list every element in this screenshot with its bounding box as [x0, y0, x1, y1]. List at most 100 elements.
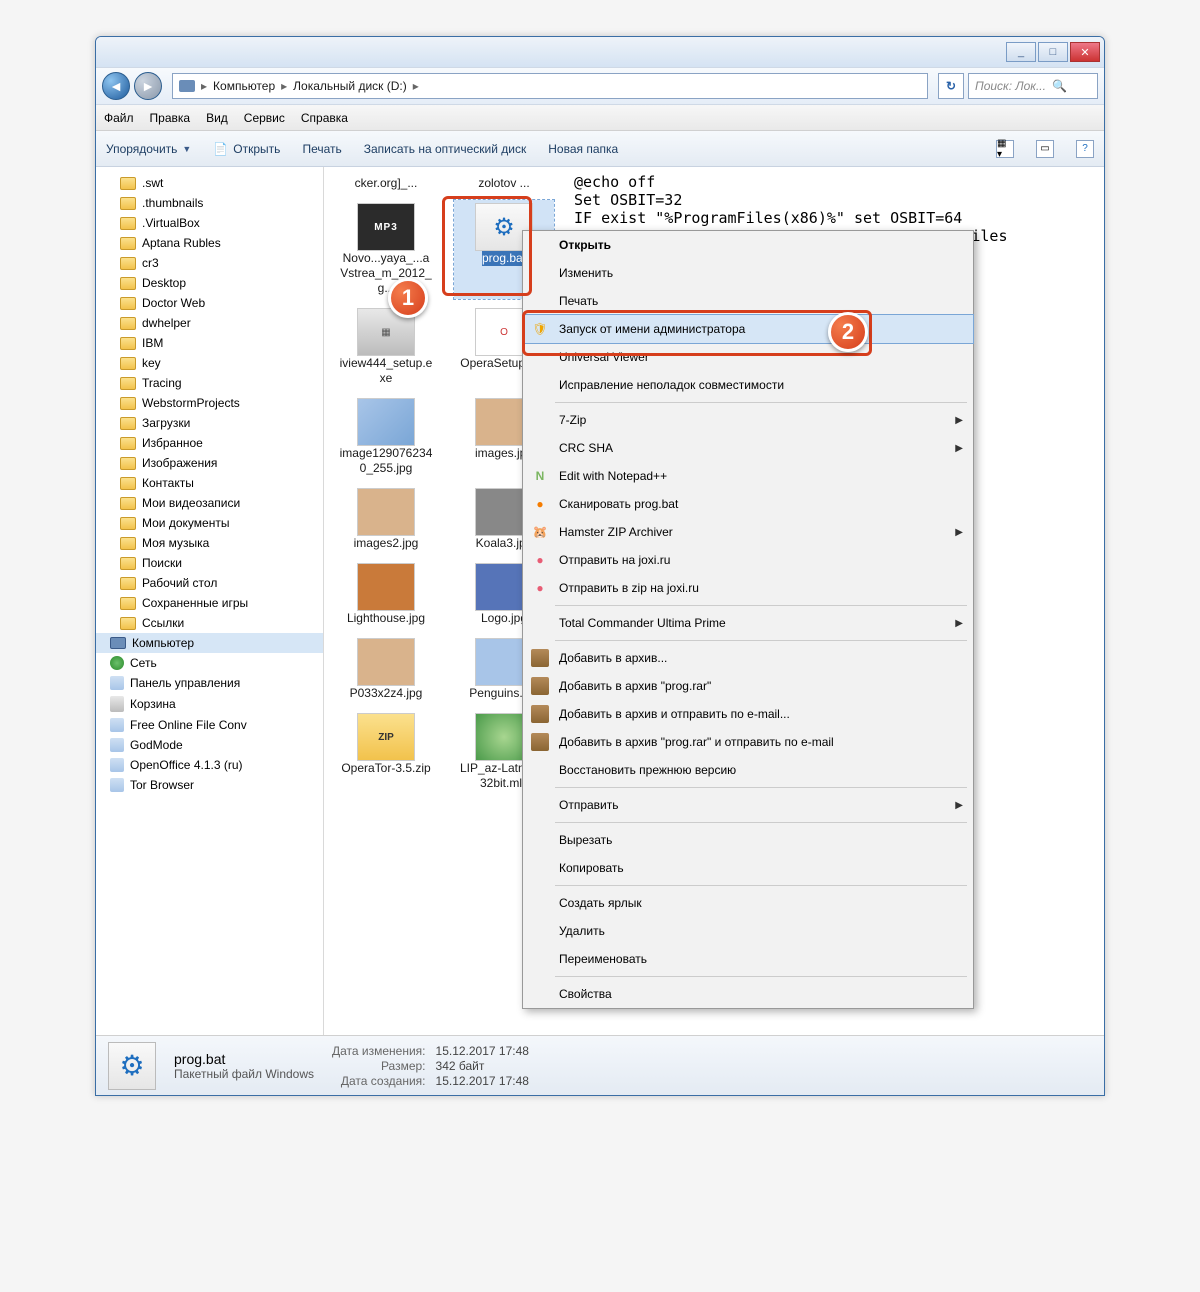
refresh-button[interactable]: ↻: [938, 73, 964, 99]
tb-newfolder[interactable]: Новая папка: [548, 142, 618, 156]
ctx-restore-prev[interactable]: Восстановить прежнюю версию: [523, 756, 973, 784]
file-item[interactable]: P033x2z4.jpg: [336, 635, 436, 704]
tree-folder[interactable]: Поиски: [96, 553, 323, 573]
ctx-tcup[interactable]: Total Commander Ultima Prime▶: [523, 609, 973, 637]
tree-folder[interactable]: Избранное: [96, 433, 323, 453]
tb-open[interactable]: 📄 Открыть: [213, 142, 280, 156]
nav-forward-button: ►: [134, 72, 162, 100]
ctx-rename[interactable]: Переименовать: [523, 945, 973, 973]
file-item[interactable]: images2.jpg: [336, 485, 436, 554]
tree-folder[interactable]: .thumbnails: [96, 193, 323, 213]
ctx-properties[interactable]: Свойства: [523, 980, 973, 1008]
tree-folder[interactable]: Моя музыка: [96, 533, 323, 553]
ctx-print[interactable]: Печать: [523, 287, 973, 315]
drive-icon: [179, 80, 195, 92]
tree-network[interactable]: Сеть: [96, 653, 323, 673]
menu-view[interactable]: Вид: [206, 111, 228, 125]
preview-pane-button[interactable]: ▭: [1036, 140, 1054, 158]
tree-folder[interactable]: WebstormProjects: [96, 393, 323, 413]
tree-computer[interactable]: Компьютер: [96, 633, 323, 653]
tree-folder[interactable]: Aptana Rubles: [96, 233, 323, 253]
tree-folder[interactable]: Изображения: [96, 453, 323, 473]
ctx-crc[interactable]: CRC SHA▶: [523, 434, 973, 462]
menu-edit[interactable]: Правка: [150, 111, 191, 125]
ctx-edit[interactable]: Изменить: [523, 259, 973, 287]
toolbar: Упорядочить▼ 📄 Открыть Печать Записать н…: [96, 131, 1104, 167]
menu-help[interactable]: Справка: [301, 111, 348, 125]
search-input[interactable]: Поиск: Лок... 🔍: [968, 73, 1098, 99]
tree-folder[interactable]: Сохраненные игры: [96, 593, 323, 613]
menu-tools[interactable]: Сервис: [244, 111, 285, 125]
crumb-computer[interactable]: Компьютер: [213, 79, 275, 93]
ctx-rar-add-named[interactable]: Добавить в архив "prog.rar": [523, 672, 973, 700]
tb-print[interactable]: Печать: [302, 142, 341, 156]
menu-file[interactable]: Файл: [104, 111, 134, 125]
ctx-open[interactable]: Открыть: [523, 231, 973, 259]
file-item[interactable]: cker.org]_...: [336, 173, 436, 194]
tree-folder[interactable]: IBM: [96, 333, 323, 353]
tree-shortcut[interactable]: Tor Browser: [96, 775, 323, 795]
tree-folder[interactable]: key: [96, 353, 323, 373]
tb-organize[interactable]: Упорядочить▼: [106, 142, 191, 156]
tree-folder[interactable]: Tracing: [96, 373, 323, 393]
ctx-notepadpp[interactable]: NEdit with Notepad++: [523, 462, 973, 490]
winrar-icon: [531, 733, 549, 751]
ctx-rar-add[interactable]: Добавить в архив...: [523, 644, 973, 672]
winrar-icon: [531, 705, 549, 723]
ctx-cut[interactable]: Вырезать: [523, 826, 973, 854]
address-bar[interactable]: ▸ Компьютер ▸ Локальный диск (D:) ▸: [172, 73, 928, 99]
tree-folder[interactable]: Контакты: [96, 473, 323, 493]
help-button[interactable]: ?: [1076, 140, 1094, 158]
ctx-joxi-send[interactable]: ●Отправить на joxi.ru: [523, 546, 973, 574]
file-item[interactable]: Lighthouse.jpg: [336, 560, 436, 629]
ctx-shortcut[interactable]: Создать ярлык: [523, 889, 973, 917]
tree-control-panel[interactable]: Панель управления: [96, 673, 323, 693]
ctx-universal-viewer[interactable]: Universal Viewer: [523, 343, 973, 371]
tree-folder[interactable]: Ссылки: [96, 613, 323, 633]
ctx-rar-email[interactable]: Добавить в архив и отправить по e-mail..…: [523, 700, 973, 728]
tb-burn[interactable]: Записать на оптический диск: [364, 142, 527, 156]
joxi-icon: ●: [531, 551, 549, 569]
ctx-joxi-zip[interactable]: ●Отправить в zip на joxi.ru: [523, 574, 973, 602]
tree-folder[interactable]: Desktop: [96, 273, 323, 293]
view-mode-button[interactable]: ▦ ▾: [996, 140, 1014, 158]
maximize-button[interactable]: □: [1038, 42, 1068, 62]
nav-back-button[interactable]: ◄: [102, 72, 130, 100]
tree-folder[interactable]: Загрузки: [96, 413, 323, 433]
ctx-compat[interactable]: Исправление неполадок совместимости: [523, 371, 973, 399]
file-item[interactable]: zolotov ...: [454, 173, 554, 194]
tree-recycle-bin[interactable]: Корзина: [96, 693, 323, 715]
context-menu: Открыть Изменить Печать 🛡Запуск от имени…: [522, 230, 974, 1009]
ctx-rar-named-email[interactable]: Добавить в архив "prog.rar" и отправить …: [523, 728, 973, 756]
tree-shortcut[interactable]: GodMode: [96, 735, 323, 755]
avast-icon: ●: [531, 495, 549, 513]
ctx-delete[interactable]: Удалить: [523, 917, 973, 945]
ctx-run-as-admin[interactable]: 🛡Запуск от имени администратора: [523, 315, 973, 343]
tree-folder[interactable]: cr3: [96, 253, 323, 273]
ctx-sendto[interactable]: Отправить▶: [523, 791, 973, 819]
hamster-icon: 🐹: [531, 523, 549, 541]
tree-folder[interactable]: Мои видеозаписи: [96, 493, 323, 513]
tree-shortcut[interactable]: OpenOffice 4.1.3 (ru): [96, 755, 323, 775]
close-button[interactable]: ✕: [1070, 42, 1100, 62]
tree-folder[interactable]: Мои документы: [96, 513, 323, 533]
file-item[interactable]: ZIPOperaTor-3.5.zip: [336, 710, 436, 794]
status-bar: ⚙ prog.bat Пакетный файл Windows Дата из…: [96, 1035, 1104, 1095]
tree-folder[interactable]: .swt: [96, 173, 323, 193]
shield-icon: 🛡: [531, 320, 549, 338]
tree-folder[interactable]: dwhelper: [96, 313, 323, 333]
file-item[interactable]: image1290762340_255.jpg: [336, 395, 436, 479]
ctx-scan[interactable]: ●Сканировать prog.bat: [523, 490, 973, 518]
ctx-copy[interactable]: Копировать: [523, 854, 973, 882]
nav-tree[interactable]: .swt .thumbnails .VirtualBox Aptana Rubl…: [96, 167, 324, 1035]
tree-folder[interactable]: Рабочий стол: [96, 573, 323, 593]
status-filetype: Пакетный файл Windows: [174, 1067, 314, 1081]
tree-shortcut[interactable]: Free Online File Conv: [96, 715, 323, 735]
tree-folder[interactable]: Doctor Web: [96, 293, 323, 313]
minimize-button[interactable]: _: [1006, 42, 1036, 62]
ctx-hamster[interactable]: 🐹Hamster ZIP Archiver▶: [523, 518, 973, 546]
crumb-drive[interactable]: Локальный диск (D:): [293, 79, 407, 93]
file-item[interactable]: ▦iview444_setup.exe: [336, 305, 436, 389]
tree-folder[interactable]: .VirtualBox: [96, 213, 323, 233]
ctx-7zip[interactable]: 7-Zip▶: [523, 406, 973, 434]
